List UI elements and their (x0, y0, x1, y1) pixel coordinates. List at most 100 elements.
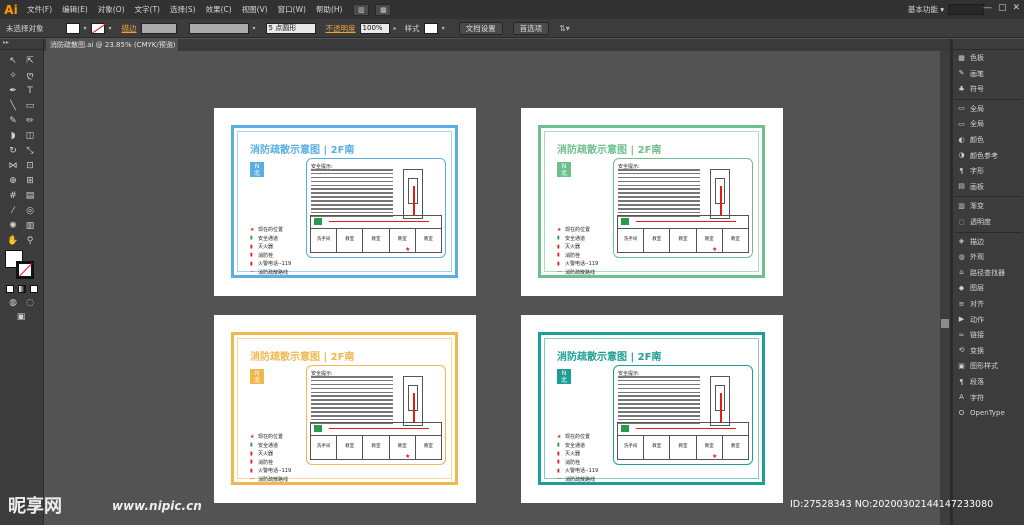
direct-selection-tool-icon[interactable]: ⇱ (23, 55, 37, 67)
line-tool-icon[interactable]: ╲ (6, 100, 20, 112)
brush-definition-field[interactable]: 5 点圆形 (265, 22, 316, 34)
type-tool-icon[interactable]: T (23, 85, 37, 97)
menu-help[interactable]: 帮助(H) (311, 0, 348, 19)
panel-item[interactable]: ▦ 色板 (953, 51, 1024, 65)
variable-width-dropdown[interactable] (188, 22, 249, 34)
rectangle-tool-icon[interactable]: ▭ (23, 100, 37, 112)
panel-item[interactable]: ♣ 符号 (953, 82, 1024, 96)
menu-view[interactable]: 视图(V) (237, 0, 273, 19)
zoom-tool-icon[interactable]: ⚲ (23, 235, 37, 247)
shape-builder-tool-icon[interactable]: ⊕ (6, 175, 20, 187)
panel-item[interactable]: ◐ 颜色 (953, 133, 1024, 147)
preferences-button[interactable]: 首选项 (512, 21, 550, 35)
style-arrow-icon[interactable]: ▾ (442, 25, 445, 32)
blob-brush-tool-icon[interactable]: ◗ (6, 130, 20, 142)
none-mode-icon[interactable] (30, 285, 38, 293)
artboard[interactable]: 消防疏散示意图 | 2F南 N 北 安全提示: 洗手间 教室 教室 教室 教室 ★ (214, 315, 476, 503)
arrange-documents-button[interactable]: ▦ (375, 3, 392, 16)
variable-width-arrow-icon[interactable]: ▾ (253, 25, 256, 32)
magic-wand-tool-icon[interactable]: ✧ (6, 70, 20, 82)
draw-behind-icon[interactable]: ◌ (23, 297, 37, 309)
stroke-weight-dropdown[interactable] (140, 22, 177, 34)
artboard[interactable]: 消防疏散示意图 | 2F南 N 北 安全提示: 洗手间 教室 教室 教室 教室 ★ (214, 108, 476, 296)
graphic-style-swatch[interactable] (423, 22, 438, 34)
eyedropper-tool-icon[interactable]: ⁄ (6, 205, 20, 217)
artboard[interactable]: 消防疏散示意图 | 2F南 N 北 安全提示: 洗手间 教室 教室 教室 教室 ★ (521, 315, 783, 503)
opacity-label[interactable]: 不透明度 (326, 23, 356, 34)
panel-item[interactable]: ◆ 图层 (953, 281, 1024, 295)
opacity-arrow-icon[interactable]: ▸ (394, 25, 397, 32)
panel-item[interactable]: ◈ 描边 (953, 235, 1024, 249)
panel-item[interactable]: ◍ 外观 (953, 250, 1024, 264)
scrollbar-thumb[interactable] (941, 319, 949, 328)
panel-item[interactable]: ▤ 画板 (953, 180, 1024, 194)
gradient-mode-icon[interactable] (18, 285, 26, 293)
menu-object[interactable]: 对象(O) (93, 0, 130, 19)
fill-dropdown-icon[interactable]: ▾ (84, 25, 87, 32)
panel-item[interactable]: ¶ 字形 (953, 164, 1024, 178)
mesh-tool-icon[interactable]: # (6, 190, 20, 202)
panel-item[interactable]: ◌ 透明度 (953, 215, 1024, 229)
blend-tool-icon[interactable]: ◎ (23, 205, 37, 217)
panel-item[interactable]: ▥ 渐变 (953, 199, 1024, 213)
menu-effect[interactable]: 效果(C) (201, 0, 237, 19)
paintbrush-tool-icon[interactable]: ✎ (6, 115, 20, 127)
scale-tool-icon[interactable]: ⤡ (23, 145, 37, 157)
stroke-label[interactable]: 描边 (122, 23, 137, 34)
fill-swatch[interactable] (65, 22, 80, 34)
panel-dock-grip[interactable] (953, 39, 1024, 50)
panel-item[interactable]: ¶ 段落 (953, 375, 1024, 389)
free-transform-tool-icon[interactable]: ⊡ (23, 160, 37, 172)
panel-item[interactable]: ⟲ 变换 (953, 344, 1024, 358)
panel-item[interactable]: ≡ 对齐 (953, 297, 1024, 311)
lasso-tool-icon[interactable]: ღ (23, 70, 37, 82)
vertical-scrollbar[interactable] (940, 51, 950, 525)
color-mode-icon[interactable] (6, 285, 14, 293)
maximize-button[interactable]: ▢ (998, 3, 1007, 13)
panel-item[interactable]: ▭ 全局 (953, 102, 1024, 116)
draw-normal-icon[interactable]: ◍ (6, 297, 20, 309)
stroke-dropdown-icon[interactable]: ▾ (109, 25, 112, 32)
panel-item[interactable]: ▣ 图形样式 (953, 359, 1024, 373)
close-button[interactable]: ✕ (1012, 3, 1020, 13)
close-tab-icon[interactable]: × (168, 39, 174, 51)
stroke-color-box[interactable] (16, 261, 34, 279)
eraser-tool-icon[interactable]: ◫ (23, 130, 37, 142)
menu-select[interactable]: 选择(S) (165, 0, 201, 19)
stroke-swatch[interactable] (90, 22, 105, 34)
symbol-sprayer-tool-icon[interactable]: ✺ (6, 220, 20, 232)
panel-item[interactable]: ⌂ 路径查找器 (953, 266, 1024, 280)
gradient-tool-icon[interactable]: ▤ (23, 190, 37, 202)
selection-tool-icon[interactable]: ↖ (6, 55, 20, 67)
opacity-field[interactable]: 100% (359, 22, 390, 34)
pencil-tool-icon[interactable]: ✏ (23, 115, 37, 127)
panel-item[interactable]: ∞ 链接 (953, 328, 1024, 342)
width-tool-icon[interactable]: ⋈ (6, 160, 20, 172)
perspective-grid-tool-icon[interactable]: ⊞ (23, 175, 37, 187)
panel-item[interactable]: ◑ 颜色参考 (953, 149, 1024, 163)
menu-type[interactable]: 文字(T) (130, 0, 165, 19)
panel-item[interactable]: ✎ 画笔 (953, 67, 1024, 81)
panel-grip[interactable]: ▸▸ (0, 39, 43, 50)
search-field[interactable] (948, 4, 984, 15)
workspace-switcher[interactable]: 基本功能 ▾ (908, 4, 944, 15)
panel-item[interactable]: ▭ 全局 (953, 117, 1024, 131)
align-options-icon[interactable]: ⇅▾ (559, 24, 570, 33)
menu-edit[interactable]: 编辑(E) (57, 0, 93, 19)
menu-window[interactable]: 窗口(W) (273, 0, 311, 19)
bridge-button[interactable]: ▥ (353, 3, 370, 16)
column-graph-tool-icon[interactable]: ▥ (23, 220, 37, 232)
canvas-area[interactable]: 消防疏散示意图 | 2F南 N 北 安全提示: 洗手间 教室 教室 教室 教室 ★ (44, 51, 941, 525)
screen-mode-icon[interactable]: ▣ (14, 311, 28, 323)
hand-tool-icon[interactable]: ✋ (6, 235, 20, 247)
pen-tool-icon[interactable]: ✒ (6, 85, 20, 97)
panel-item[interactable]: A 字符 (953, 391, 1024, 405)
menu-file[interactable]: 文件(F) (22, 0, 57, 19)
artboard[interactable]: 消防疏散示意图 | 2F南 N 北 安全提示: 洗手间 教室 教室 教室 教室 ★ (521, 108, 783, 296)
minimize-button[interactable]: — (983, 3, 992, 13)
panel-item[interactable]: ▶ 动作 (953, 313, 1024, 327)
document-setup-button[interactable]: 文档设置 (458, 21, 503, 35)
document-tab[interactable]: 消防疏散图.ai @ 23.85% (CMYK/预览) × (46, 39, 178, 51)
rotate-tool-icon[interactable]: ↻ (6, 145, 20, 157)
panel-item[interactable]: O OpenType (953, 406, 1024, 420)
